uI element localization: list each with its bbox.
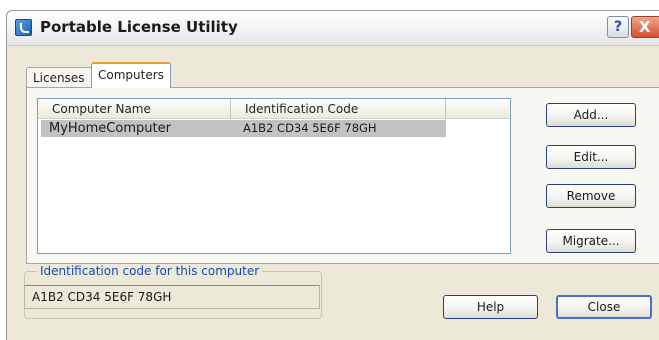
group-legend: Identification code for this computer: [37, 264, 263, 278]
computers-list[interactable]: Computer Name Identification Code MyHome…: [37, 98, 511, 254]
cell-computer-name: MyHomeComputer: [49, 121, 171, 136]
help-button[interactable]: Help: [443, 295, 538, 319]
app-icon: [15, 19, 32, 36]
tab-computers[interactable]: Computers: [91, 62, 171, 88]
column-header-empty: [446, 99, 510, 118]
help-icon[interactable]: ?: [607, 16, 629, 38]
list-header: Computer Name Identification Code: [38, 99, 510, 119]
close-button[interactable]: Close: [556, 295, 652, 319]
column-header-computer-name[interactable]: Computer Name: [38, 99, 231, 118]
tab-licenses[interactable]: Licenses: [26, 67, 92, 87]
column-header-identification-code[interactable]: Identification Code: [231, 99, 446, 118]
list-row-selected[interactable]: MyHomeComputer A1B2 CD34 5E6F 78GH: [41, 120, 446, 137]
close-icon[interactable]: X: [631, 16, 659, 38]
window-title: Portable License Utility: [40, 18, 238, 36]
identification-code-field[interactable]: A1B2 CD34 5E6F 78GH: [24, 285, 320, 309]
remove-button[interactable]: Remove: [546, 184, 636, 208]
add-button[interactable]: Add...: [546, 103, 636, 127]
title-bar[interactable]: Portable License Utility ? X: [7, 11, 659, 46]
migrate-button[interactable]: Migrate...: [546, 229, 636, 253]
cell-identification-code: A1B2 CD34 5E6F 78GH: [243, 121, 377, 135]
edit-button[interactable]: Edit...: [546, 145, 636, 169]
